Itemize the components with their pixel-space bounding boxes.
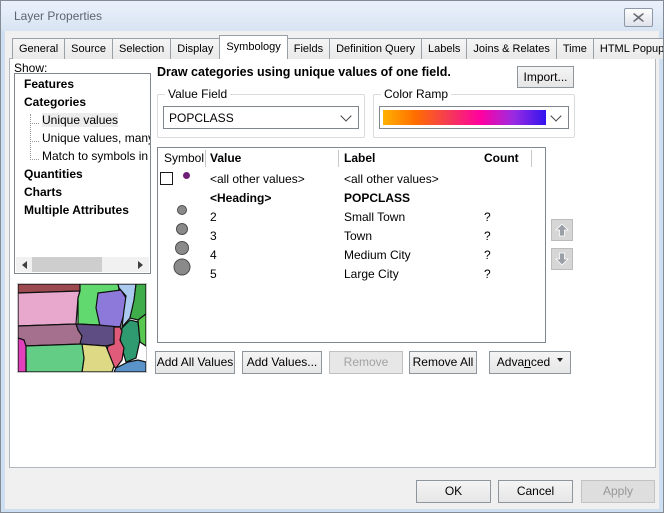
header-divider: [338, 150, 339, 167]
show-item-quantities[interactable]: Quantities: [15, 165, 150, 183]
tab-source[interactable]: Source: [64, 38, 113, 59]
cell-count: ?: [484, 267, 491, 281]
show-item-categories[interactable]: Categories: [15, 93, 150, 111]
unique-values-list: Symbol Value Label Count <all other valu…: [157, 147, 546, 343]
tree-connector: [30, 136, 39, 142]
ok-button[interactable]: OK: [416, 480, 491, 503]
color-ramp-dropdown[interactable]: [379, 106, 569, 129]
value-rows: <all other values> <all other values> <Hea…: [158, 170, 545, 284]
symbology-tab-page: Show: FeaturesCategoriesUnique valuesUni…: [9, 58, 656, 468]
value-row-5[interactable]: 5 Large City?: [158, 265, 545, 284]
tree-connector: [30, 118, 39, 124]
cell-label: Town: [344, 229, 372, 243]
import-button[interactable]: Import...: [517, 66, 574, 88]
down-arrow-icon: [555, 252, 569, 266]
cell-label: Large City: [344, 267, 399, 281]
column-header-count: Count: [484, 151, 519, 165]
scroll-left-arrow-icon[interactable]: [16, 257, 31, 272]
symbol-dot-icon[interactable]: [176, 223, 188, 235]
show-item-unique-values[interactable]: Unique values: [15, 111, 150, 129]
value-row-3[interactable]: 3 Town?: [158, 227, 545, 246]
add-all-values-button[interactable]: Add All Values: [155, 351, 235, 374]
remove-button: Remove: [329, 351, 403, 374]
tab-display[interactable]: Display: [170, 38, 220, 59]
tree-horizontal-scrollbar[interactable]: [16, 257, 149, 272]
cancel-button[interactable]: Cancel: [498, 480, 573, 503]
dropdown-arrow-icon: [557, 358, 563, 365]
value-field-label: Value Field: [165, 87, 230, 101]
close-icon: [633, 13, 644, 22]
show-item-multiple-attributes[interactable]: Multiple Attributes: [15, 201, 150, 219]
map-preview: [17, 283, 147, 373]
tab-strip: GeneralSourceSelectionDisplaySymbologyFi…: [12, 35, 664, 59]
close-button[interactable]: [624, 8, 653, 27]
tab-selection[interactable]: Selection: [112, 38, 171, 59]
all-other-values-checkbox[interactable]: [160, 172, 173, 185]
cell-label: Small Town: [344, 210, 405, 224]
tab-general[interactable]: General: [12, 38, 65, 59]
tab-html-popup[interactable]: HTML Popup: [593, 38, 664, 59]
cell-value: <all other values>: [210, 172, 305, 186]
symbol-dot-icon[interactable]: [174, 259, 191, 276]
apply-button: Apply: [581, 480, 655, 503]
cell-count: ?: [484, 248, 491, 262]
remove-all-button[interactable]: Remove All: [409, 351, 477, 374]
move-up-button: [551, 219, 573, 241]
tab-joins-relates[interactable]: Joins & Relates: [466, 38, 556, 59]
cell-value: 3: [210, 229, 217, 243]
show-item-charts[interactable]: Charts: [15, 183, 150, 201]
show-tree-items: FeaturesCategoriesUnique valuesUnique va…: [15, 75, 150, 219]
cell-count: ?: [484, 229, 491, 243]
show-tree: FeaturesCategoriesUnique valuesUnique va…: [14, 73, 151, 274]
color-ramp-groupbox: Color Ramp: [373, 94, 575, 138]
show-item-unique-values-many[interactable]: Unique values, many: [15, 129, 150, 147]
value-row-4[interactable]: 4 Medium City?: [158, 246, 545, 265]
tab-time[interactable]: Time: [556, 38, 594, 59]
method-description: Draw categories using unique values of o…: [157, 65, 451, 79]
cell-value: 4: [210, 248, 217, 262]
scroll-right-arrow-icon[interactable]: [134, 257, 149, 272]
cell-label: Medium City: [344, 248, 411, 262]
color-ramp-label: Color Ramp: [381, 87, 451, 101]
cell-value: 5: [210, 267, 217, 281]
column-header-value: Value: [210, 151, 241, 165]
value-row-2[interactable]: 2 Small Town?: [158, 208, 545, 227]
symbol-dot-icon[interactable]: [183, 172, 190, 179]
layer-properties-dialog: Layer Properties GeneralSourceSelectionD…: [0, 0, 664, 513]
chevron-down-icon: [340, 110, 351, 121]
cell-count: ?: [484, 210, 491, 224]
cell-label: POPCLASS: [344, 191, 410, 205]
cell-label: <all other values>: [344, 172, 439, 186]
chevron-down-icon: [550, 110, 561, 121]
tab-symbology[interactable]: Symbology: [219, 35, 287, 59]
scrollbar-thumb[interactable]: [32, 257, 102, 272]
column-header-label: Label: [344, 151, 375, 165]
header-divider: [531, 150, 532, 167]
show-item-match-to-symbols-in-a[interactable]: Match to symbols in a: [15, 147, 150, 165]
add-values-button[interactable]: Add Values...: [242, 351, 322, 374]
tree-branch-line: [30, 114, 31, 158]
column-header-symbol: Symbol: [164, 151, 204, 165]
move-down-button: [551, 248, 573, 270]
tab-labels[interactable]: Labels: [421, 38, 467, 59]
header-divider: [205, 150, 206, 167]
tree-connector: [30, 154, 39, 160]
advanced-button[interactable]: Advanced: [489, 351, 571, 374]
cell-value: <Heading>: [210, 191, 271, 205]
cell-value: 2: [210, 210, 217, 224]
value-field-dropdown[interactable]: POPCLASS: [163, 106, 359, 129]
window-title: Layer Properties: [14, 9, 102, 23]
value-field-groupbox: Value Field POPCLASS: [157, 94, 365, 138]
symbol-dot-icon[interactable]: [177, 205, 187, 215]
color-ramp-gradient: [383, 110, 546, 125]
symbol-dot-icon[interactable]: [175, 241, 189, 255]
value-field-value: POPCLASS: [164, 111, 342, 125]
tab-definition-query[interactable]: Definition Query: [329, 38, 422, 59]
up-arrow-icon: [555, 223, 569, 237]
value-row-heading[interactable]: <Heading> POPCLASS: [158, 189, 545, 208]
show-item-features[interactable]: Features: [15, 75, 150, 93]
value-row-all-other-values[interactable]: <all other values> <all other values>: [158, 170, 545, 189]
tab-fields[interactable]: Fields: [287, 38, 330, 59]
title-bar: Layer Properties: [1, 1, 663, 31]
